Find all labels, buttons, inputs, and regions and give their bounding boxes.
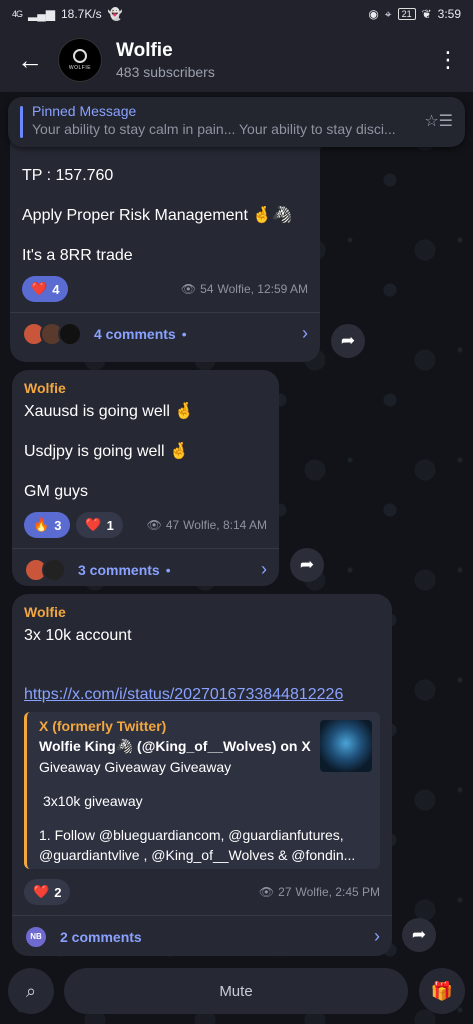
status-bar: 4G ▂▄▆ 18.7K/s 👻 ◉ ⌖ 21 ❦ 3:59: [0, 0, 473, 28]
preview-text-line: @guardiantvlive , @King_of__Wolves & @fo…: [39, 847, 356, 863]
message-bubble-3[interactable]: Wolfie 3x 10k account https://x.com/i/st…: [12, 594, 392, 956]
message-text-line: TP : 157.760: [22, 167, 114, 184]
comments-count-link[interactable]: 4 comments: [94, 326, 176, 342]
chevron-right-icon[interactable]: ›: [261, 559, 267, 580]
search-icon: ⌕: [25, 980, 37, 1001]
comments-bar[interactable]: NB 2 comments ›: [12, 915, 392, 957]
share-arrow-icon: ➦: [340, 331, 356, 350]
bottom-bar: ⌕ Mute 🎁: [0, 964, 473, 1024]
comments-count-link[interactable]: 2 comments: [60, 929, 142, 945]
preview-thumbnail: [320, 720, 372, 772]
share-arrow-icon: ➦: [411, 925, 427, 944]
commenter-avatars: [22, 321, 82, 346]
tweet-link[interactable]: https://x.com/i/status/20270167338448122…: [24, 686, 380, 704]
view-count: 47: [165, 518, 180, 532]
message-text-line: Apply Proper Risk Management 🤞🦓: [22, 207, 293, 224]
heart-icon: ❤️: [85, 517, 102, 532]
preview-text-line: 3x10k giveaway: [43, 793, 143, 809]
snapchat-icon: 👻: [107, 7, 123, 21]
mute-button[interactable]: Mute: [64, 968, 408, 1014]
author-time: Wolfie, 8:14 AM: [183, 518, 267, 532]
avatar: [42, 557, 66, 582]
channel-title: Wolfie: [116, 40, 173, 61]
message-text-line: Usdjpy is going well 🤞: [24, 443, 189, 460]
share-button[interactable]: ➦: [402, 918, 436, 952]
view-count: 54: [200, 282, 214, 296]
signal-indicator: 4G: [12, 9, 23, 19]
message-meta: 👁 27 Wolfie, 2:45 PM: [259, 885, 380, 899]
reaction-fire[interactable]: 🔥 3: [24, 512, 71, 538]
commenter-avatars: NB: [24, 924, 48, 949]
reaction-count: 4: [52, 281, 60, 297]
views-eye-icon: 👁: [146, 518, 162, 532]
gift-button[interactable]: 🎁: [419, 968, 465, 1014]
commenter-avatars: [24, 557, 66, 582]
gift-icon: 🎁: [430, 980, 454, 1001]
unread-dot: •: [165, 561, 171, 578]
share-button[interactable]: ➦: [331, 324, 365, 358]
message-text-line: 3x 10k account: [24, 627, 132, 644]
chevron-right-icon[interactable]: ›: [302, 323, 308, 344]
fire-icon: 🔥: [33, 517, 50, 532]
comments-bar[interactable]: 4 comments • ›: [10, 312, 320, 354]
heart-icon: ❤️: [33, 884, 50, 899]
message-meta: 👁 54 Wolfie, 12:59 AM: [181, 282, 308, 296]
pinned-message-bar[interactable]: Pinned Message Your ability to stay calm…: [8, 97, 465, 147]
back-arrow-icon[interactable]: ←: [10, 40, 50, 80]
pinned-title: Pinned Message: [32, 103, 137, 119]
reaction-heart[interactable]: ❤️ 4: [22, 276, 69, 302]
message-text-line: Xauusd is going well 🤞: [24, 403, 195, 420]
message-text-line: GM guys: [24, 483, 89, 500]
message-author: Wolfie: [24, 380, 66, 396]
reaction-count: 2: [54, 884, 62, 900]
avatar-logo-text: WOLFIE: [68, 65, 92, 71]
reaction-count: 1: [106, 517, 114, 533]
pinned-list-icon[interactable]: ☆☰: [424, 111, 453, 131]
message-text-line: It's a 8RR trade: [22, 247, 133, 264]
comments-bar[interactable]: 3 comments • ›: [12, 548, 279, 590]
heart-icon: ❤️: [31, 281, 48, 296]
leaf-icon: ❦: [421, 7, 432, 21]
channel-header: ← WOLFIE Wolfie 483 subscribers ⋮: [0, 28, 473, 92]
author-time: Wolfie, 12:59 AM: [217, 282, 309, 296]
location-icon: ⌖: [384, 6, 392, 21]
network-speed: 18.7K/s: [60, 7, 102, 21]
views-eye-icon: 👁: [258, 885, 275, 899]
pinned-text: Your ability to stay calm in pain... You…: [32, 121, 396, 137]
signal-bars-icon: ▂▄▆: [28, 7, 55, 21]
reaction-count: 3: [54, 517, 62, 533]
message-meta: 👁 47 Wolfie, 8:14 AM: [147, 518, 267, 532]
share-button[interactable]: ➦: [290, 548, 324, 582]
clock-time: 3:59: [437, 7, 461, 21]
chevron-right-icon[interactable]: ›: [374, 926, 380, 947]
comments-count-link[interactable]: 3 comments: [78, 562, 160, 578]
unread-dot: •: [181, 325, 187, 342]
wolf-logo-icon: [73, 49, 87, 63]
eye-icon: ◉: [368, 7, 379, 21]
channel-info[interactable]: Wolfie 483 subscribers: [116, 40, 215, 80]
message-bubble-2[interactable]: Wolfie Xauusd is going well 🤞 Usdjpy is …: [12, 370, 279, 586]
view-count: 27: [278, 885, 292, 899]
avatar: [58, 321, 82, 346]
avatar: NB: [24, 924, 48, 949]
message-bubble-1[interactable]: TP : 157.760 Apply Proper Risk Managemen…: [10, 128, 320, 362]
channel-avatar[interactable]: WOLFIE: [58, 38, 102, 82]
search-button[interactable]: ⌕: [8, 968, 54, 1014]
message-author: Wolfie: [24, 604, 66, 620]
reaction-heart[interactable]: ❤️ 1: [76, 512, 123, 538]
views-eye-icon: 👁: [180, 282, 197, 296]
reaction-heart[interactable]: ❤️ 2: [24, 879, 71, 905]
more-options-icon[interactable]: ⋮: [433, 49, 463, 71]
battery-indicator: 21: [397, 8, 416, 20]
preview-text-line: 1. Follow @blueguardiancom, @guardianfut…: [39, 827, 344, 843]
subscriber-count: 483 subscribers: [116, 64, 215, 80]
share-arrow-icon: ➦: [299, 555, 315, 574]
link-preview-card[interactable]: X (formerly Twitter) Wolfie King🦓 (@King…: [24, 712, 380, 869]
author-time: Wolfie, 2:45 PM: [295, 885, 380, 899]
